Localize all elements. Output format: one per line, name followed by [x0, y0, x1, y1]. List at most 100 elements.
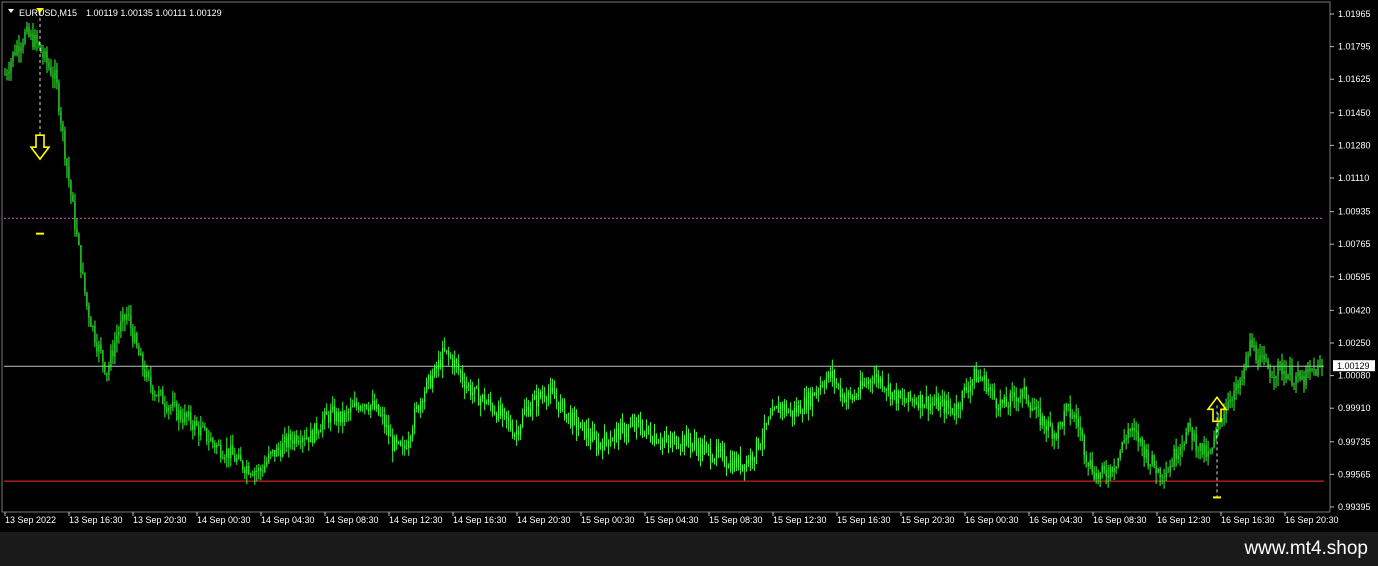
candle-body	[412, 428, 414, 437]
candle-body	[1147, 449, 1149, 467]
price-chart[interactable]: 1.01965 1.01795 1.01625 1.01450 1.01280 1.011…	[0, 0, 1378, 532]
candle-body	[1135, 430, 1137, 432]
candle-body	[781, 403, 784, 410]
candle-body	[623, 425, 626, 437]
candle-body	[372, 400, 374, 406]
candle-body	[482, 394, 484, 399]
candle-body	[973, 368, 975, 380]
candle-body	[561, 400, 564, 402]
candle-body	[1031, 408, 1033, 411]
price-label: 1.01450	[1338, 108, 1371, 118]
candle-body	[825, 378, 827, 387]
candle-body	[162, 390, 164, 405]
candle-body	[156, 394, 158, 397]
candle-body	[805, 397, 807, 410]
candle-body	[1257, 359, 1259, 366]
candle-body	[278, 447, 280, 450]
candle-body	[396, 437, 398, 443]
candle-body	[62, 123, 64, 131]
candle-body	[695, 440, 698, 447]
candle-body	[1237, 383, 1239, 389]
candle-body	[138, 346, 140, 356]
candle-body	[304, 438, 306, 440]
candle-body	[56, 70, 58, 84]
price-label: 0.99395	[1338, 502, 1371, 512]
candle-body	[288, 433, 290, 448]
candle-body	[703, 445, 706, 455]
candle-body	[352, 406, 354, 408]
price-label: 1.00080	[1338, 371, 1371, 381]
candle-body	[817, 390, 819, 392]
candle-body	[384, 414, 386, 428]
candle-body	[282, 443, 284, 457]
candle-body	[913, 399, 915, 403]
candle-body	[512, 429, 514, 437]
candle-body	[671, 438, 674, 445]
candle-body	[346, 411, 348, 413]
candle-body	[553, 391, 556, 399]
candle-body	[430, 375, 432, 388]
candle-body	[753, 457, 756, 461]
candle-body	[795, 408, 797, 413]
candle-body	[1241, 379, 1243, 381]
candle-body	[448, 350, 450, 356]
candle-body	[140, 353, 142, 356]
candle-body	[42, 52, 44, 58]
price-label: 1.01280	[1338, 140, 1371, 150]
candle-body	[1029, 404, 1031, 411]
candle-body	[516, 430, 518, 435]
candle-body	[1139, 437, 1141, 442]
candle-body	[1111, 466, 1113, 472]
candle-body	[1199, 443, 1201, 451]
candle-body	[198, 425, 200, 436]
candle-body	[332, 406, 334, 411]
candle-body	[6, 73, 8, 75]
candle-body	[599, 443, 602, 446]
candle-body	[178, 410, 180, 420]
candle-body	[813, 392, 815, 396]
candle-body	[158, 391, 160, 397]
candle-body	[977, 376, 979, 383]
candle-body	[917, 402, 919, 409]
candle-body	[312, 430, 314, 444]
candle-body	[809, 392, 811, 407]
candle-body	[889, 384, 891, 400]
candle-body	[751, 455, 754, 461]
candle-body	[985, 375, 987, 392]
candle-body	[1285, 371, 1287, 380]
candle-body	[170, 406, 172, 408]
candle-body	[144, 369, 146, 378]
candle-body	[234, 454, 236, 462]
candle-body	[905, 402, 907, 404]
candle-body	[1175, 448, 1177, 459]
candle-body	[1043, 416, 1045, 427]
candle-body	[510, 421, 512, 430]
candle-body	[390, 435, 392, 437]
candle-body	[741, 464, 744, 470]
candle-body	[881, 378, 883, 389]
price-label: 1.00420	[1338, 305, 1371, 315]
chart-window[interactable]: 1.01965 1.01795 1.01625 1.01450 1.01280 1.011…	[0, 0, 1378, 532]
candle-body	[214, 442, 216, 448]
candle-body	[555, 398, 558, 402]
candle-body	[785, 404, 788, 413]
candle-body	[38, 42, 40, 46]
candle-body	[1239, 379, 1241, 389]
candle-body	[1233, 390, 1235, 400]
candle-body	[567, 412, 570, 414]
candle-body	[639, 421, 642, 430]
candle-body	[236, 458, 238, 462]
candle-body	[426, 379, 428, 392]
price-label: 1.00765	[1338, 239, 1371, 249]
candle-body	[617, 428, 620, 440]
candle-body	[1317, 365, 1319, 376]
candle-body	[615, 428, 618, 432]
candle-body	[1309, 368, 1311, 372]
candle-body	[300, 441, 302, 443]
candle-body	[593, 432, 596, 438]
candle-body	[1173, 448, 1175, 466]
candle-body	[663, 439, 666, 441]
candle-body	[837, 384, 839, 386]
candle-body	[264, 465, 266, 472]
candle-body	[965, 387, 967, 391]
